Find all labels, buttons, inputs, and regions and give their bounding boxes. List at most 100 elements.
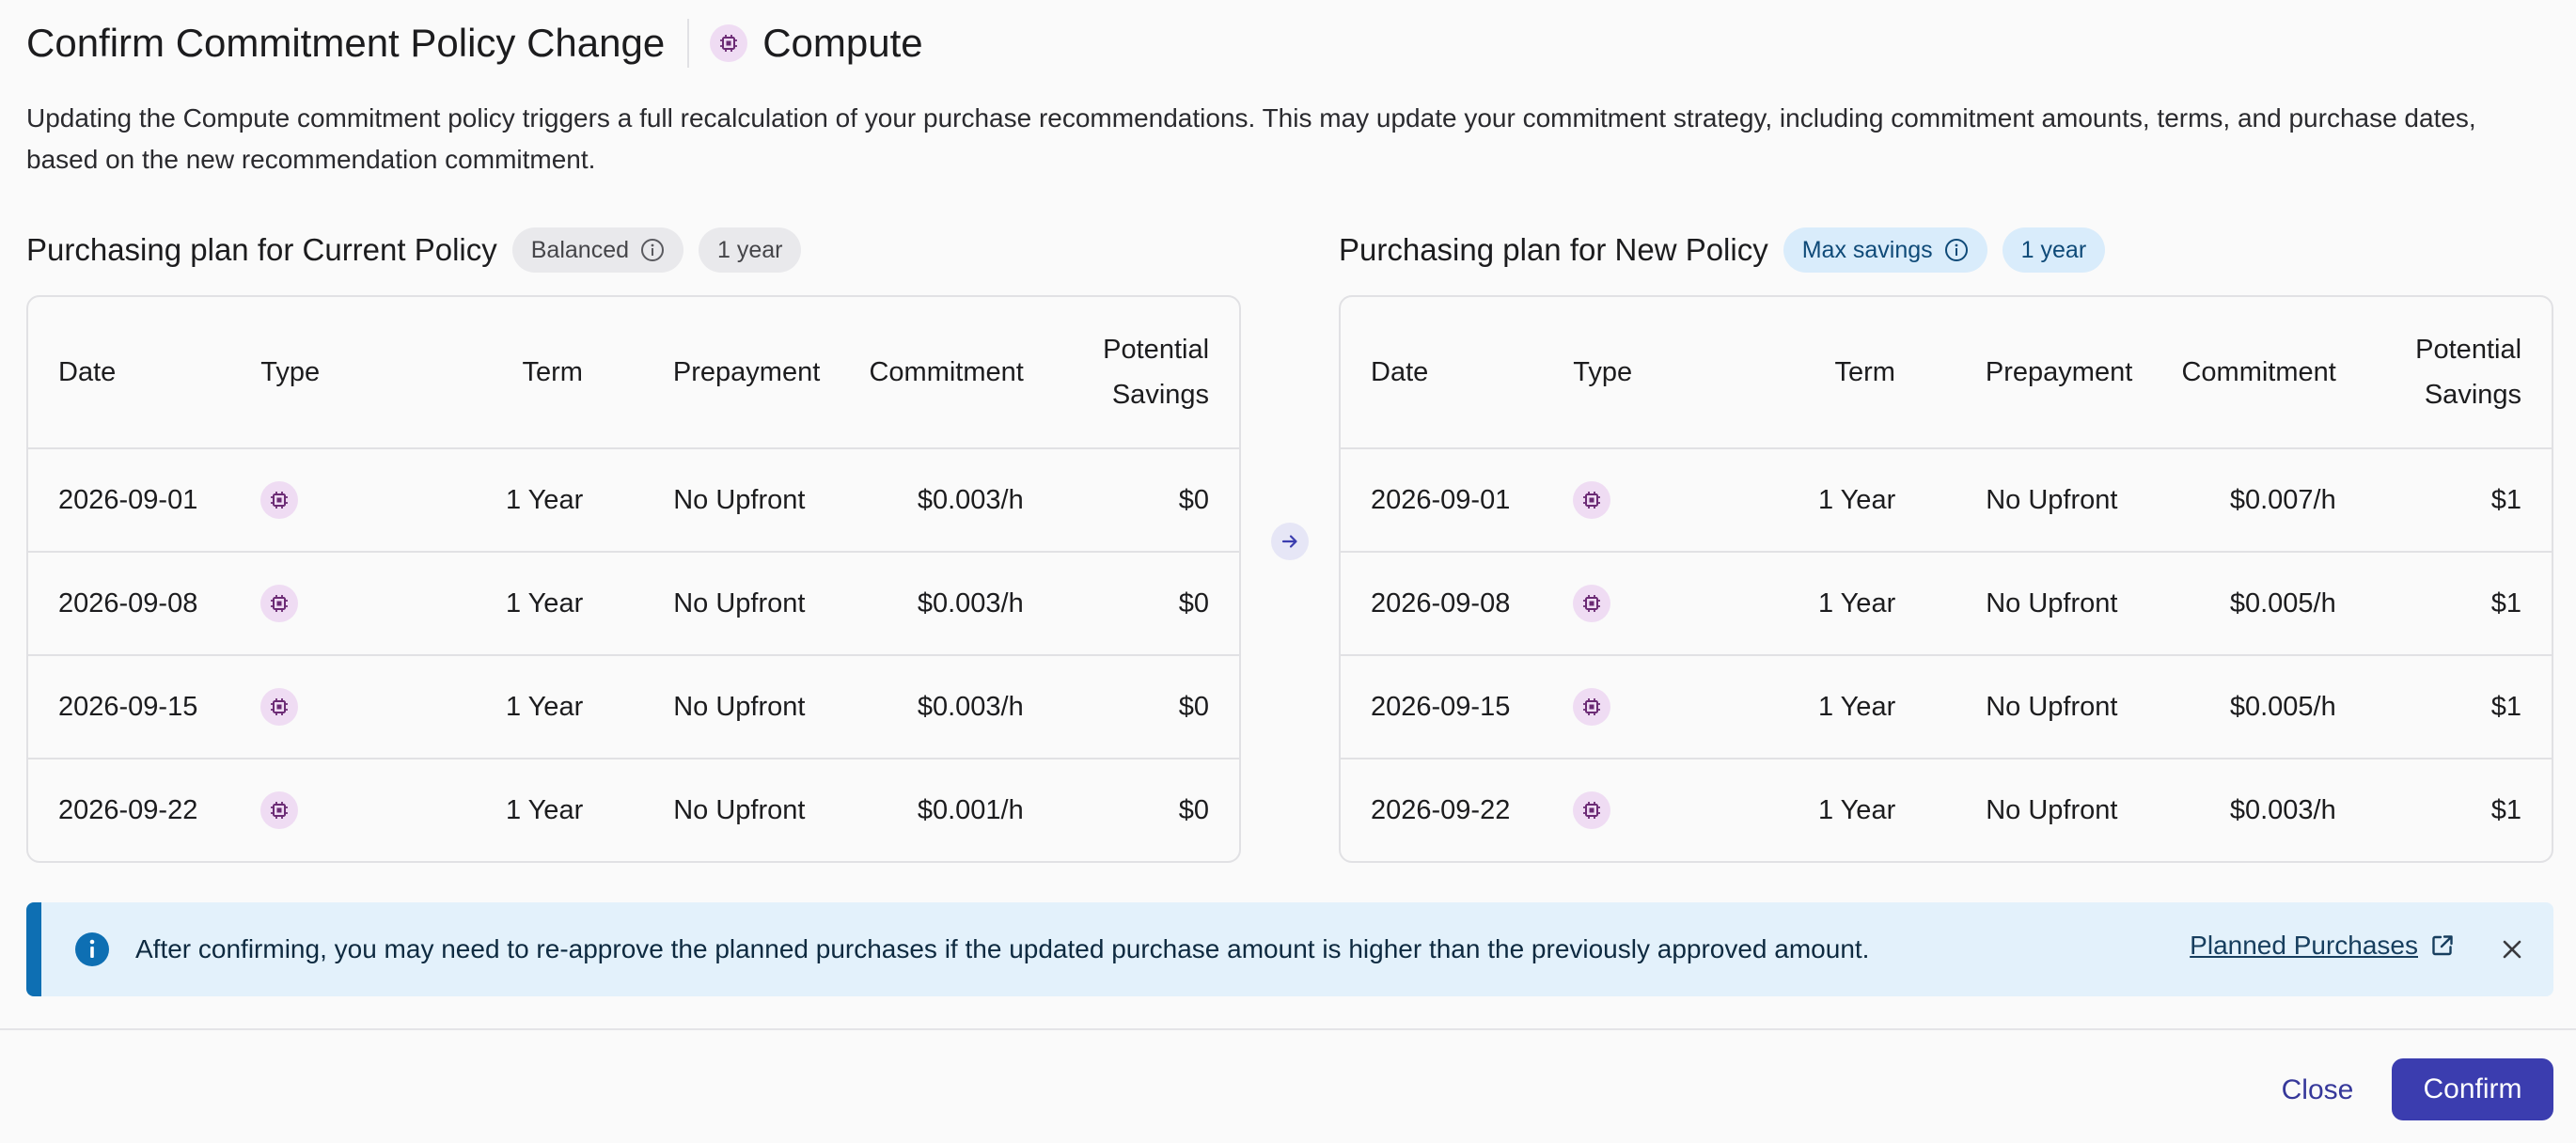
- cell-prepayment: No Upfront: [1986, 587, 2118, 618]
- term-badge: 1 year: [2002, 227, 2106, 273]
- new-plan-table: Date Type Term Prepayment Commitment Pot…: [1339, 295, 2553, 863]
- current-plan-table: Date Type Term Prepayment Commitment Pot…: [26, 295, 1241, 863]
- cell-term: 1 Year: [1817, 587, 1896, 618]
- cell-savings: $0: [1178, 587, 1210, 618]
- cell-term: 1 Year: [1817, 484, 1896, 515]
- cell-commitment: $0.005/h: [2229, 691, 2336, 722]
- cpu-chip-icon: [710, 24, 748, 62]
- col-commitment: Commitment: [869, 356, 1024, 387]
- cpu-chip-icon: [260, 688, 299, 726]
- cell-date: 2026-09-08: [1371, 587, 1511, 618]
- category-label: Compute: [762, 21, 923, 65]
- cell-prepayment: No Upfront: [673, 587, 806, 618]
- col-commitment: Commitment: [2181, 356, 2336, 387]
- table-row: 2026-09-01 1 Year No Upfront $0.003/h $0: [28, 447, 1239, 551]
- cell-prepayment: No Upfront: [1986, 794, 2118, 825]
- cell-term: 1 Year: [505, 691, 584, 722]
- policy-badge[interactable]: Balanced: [511, 227, 683, 273]
- confirm-policy-dialog: Confirm Commitment Policy Change Compute…: [0, 0, 2576, 1143]
- cell-prepayment: No Upfront: [1986, 691, 2118, 722]
- cpu-chip-icon: [1573, 481, 1611, 519]
- info-icon: [73, 931, 111, 968]
- cell-type: [230, 481, 448, 519]
- col-type: Type: [1573, 356, 1633, 387]
- policy-badge-label: Max savings: [1801, 236, 1933, 263]
- arrow-right-icon: [1271, 523, 1309, 560]
- cell-prepayment: No Upfront: [673, 484, 806, 515]
- cell-commitment: $0.003/h: [917, 691, 1024, 722]
- cell-date: 2026-09-15: [1371, 691, 1511, 722]
- policy-badge[interactable]: Max savings: [1783, 227, 1987, 273]
- cpu-chip-icon: [260, 585, 299, 622]
- cell-term: 1 Year: [505, 587, 584, 618]
- title-divider: [687, 19, 690, 68]
- dialog-title: Confirm Commitment Policy Change: [26, 21, 666, 65]
- confirm-button[interactable]: Confirm: [2392, 1058, 2553, 1120]
- cell-commitment: $0.005/h: [2229, 587, 2336, 618]
- cell-term: 1 Year: [505, 794, 584, 825]
- plan-title: Purchasing plan for New Policy: [1339, 232, 1768, 267]
- policy-badge-label: Balanced: [530, 236, 629, 263]
- plan-header: Purchasing plan for Current Policy Balan…: [26, 224, 1241, 276]
- cpu-chip-icon: [1573, 791, 1611, 829]
- cell-prepayment: No Upfront: [673, 691, 806, 722]
- plan-title: Purchasing plan for Current Policy: [26, 232, 497, 267]
- info-icon[interactable]: [1944, 238, 1969, 262]
- cpu-chip-icon: [260, 481, 299, 519]
- table-header-row: Date Type Term Prepayment Commitment Pot…: [28, 297, 1239, 447]
- col-savings: Potential Savings: [2415, 335, 2522, 410]
- table-row: 2026-09-22 1 Year No Upfront $0.003/h $1: [1341, 758, 2552, 861]
- cell-type: [230, 585, 448, 622]
- table-row: 2026-09-08 1 Year No Upfront $0.003/h $0: [28, 551, 1239, 654]
- table-row: 2026-09-22 1 Year No Upfront $0.001/h $0: [28, 758, 1239, 861]
- cell-savings: $1: [2490, 794, 2522, 825]
- dialog-header: Confirm Commitment Policy Change Compute: [26, 13, 923, 73]
- table-header-row: Date Type Term Prepayment Commitment Pot…: [1341, 297, 2552, 447]
- cell-commitment: $0.003/h: [2229, 794, 2336, 825]
- cell-commitment: $0.003/h: [917, 587, 1024, 618]
- cell-prepayment: No Upfront: [1986, 484, 2118, 515]
- cell-savings: $1: [2490, 484, 2522, 515]
- col-term: Term: [522, 356, 583, 387]
- info-icon[interactable]: [640, 238, 665, 262]
- table-row: 2026-09-15 1 Year No Upfront $0.005/h $1: [1341, 654, 2552, 758]
- cell-term: 1 Year: [1817, 794, 1896, 825]
- term-badge: 1 year: [699, 227, 802, 273]
- cell-prepayment: No Upfront: [673, 794, 806, 825]
- cell-term: 1 Year: [505, 484, 584, 515]
- col-term: Term: [1834, 356, 1895, 387]
- cpu-chip-icon: [260, 791, 299, 829]
- cell-type: [1543, 791, 1760, 829]
- cell-type: [1543, 481, 1760, 519]
- col-prepayment: Prepayment: [1985, 356, 2133, 387]
- cpu-chip-icon: [1573, 585, 1611, 622]
- cell-savings: $0: [1178, 794, 1210, 825]
- cell-term: 1 Year: [1817, 691, 1896, 722]
- banner-accent-bar: [26, 902, 41, 996]
- table-row: 2026-09-08 1 Year No Upfront $0.005/h $1: [1341, 551, 2552, 654]
- cell-savings: $0: [1178, 484, 1210, 515]
- cell-date: 2026-09-22: [58, 794, 198, 825]
- col-savings: Potential Savings: [1103, 335, 1210, 410]
- table-row: 2026-09-01 1 Year No Upfront $0.007/h $1: [1341, 447, 2552, 551]
- col-type: Type: [260, 356, 321, 387]
- cell-type: [1543, 585, 1760, 622]
- cell-type: [230, 791, 448, 829]
- cell-date: 2026-09-01: [1371, 484, 1511, 515]
- external-link-icon: [2429, 932, 2456, 959]
- cell-savings: $1: [2490, 691, 2522, 722]
- cell-type: [1543, 688, 1760, 726]
- cell-date: 2026-09-22: [1371, 794, 1511, 825]
- dialog-description: Updating the Compute commitment policy t…: [26, 103, 2476, 174]
- cell-type: [230, 688, 448, 726]
- cell-savings: $0: [1178, 691, 1210, 722]
- close-icon[interactable]: [2497, 934, 2527, 964]
- current-policy-plan: Purchasing plan for Current Policy Balan…: [26, 224, 1241, 863]
- cell-commitment: $0.001/h: [917, 794, 1024, 825]
- close-button[interactable]: Close: [2256, 1064, 2379, 1117]
- plan-header: Purchasing plan for New Policy Max savin…: [1339, 224, 2553, 276]
- cpu-chip-icon: [1573, 688, 1611, 726]
- planned-purchases-link[interactable]: Planned Purchases: [2190, 931, 2456, 961]
- cell-savings: $1: [2490, 587, 2522, 618]
- info-banner: After confirming, you may need to re-app…: [26, 902, 2553, 996]
